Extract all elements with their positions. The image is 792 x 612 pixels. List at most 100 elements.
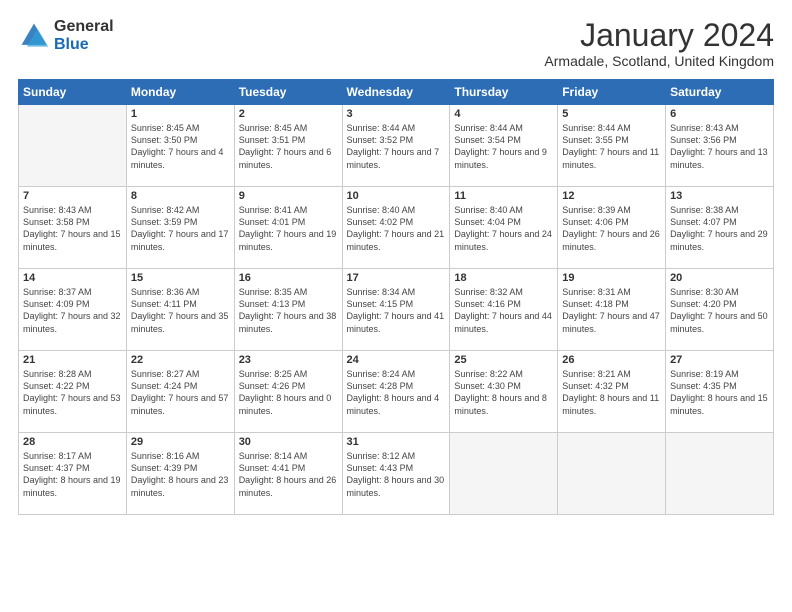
logo-text: General Blue — [54, 18, 114, 53]
day-info: Sunrise: 8:42 AM Sunset: 3:59 PM Dayligh… — [131, 204, 230, 253]
day-info: Sunrise: 8:32 AM Sunset: 4:16 PM Dayligh… — [454, 286, 553, 335]
day-number: 10 — [347, 190, 446, 202]
day-number: 14 — [23, 272, 122, 284]
calendar-cell: 19 Sunrise: 8:31 AM Sunset: 4:18 PM Dayli… — [558, 269, 666, 351]
calendar-cell — [666, 433, 774, 515]
calendar-cell: 13 Sunrise: 8:38 AM Sunset: 4:07 PM Dayli… — [666, 187, 774, 269]
location: Armadale, Scotland, United Kingdom — [544, 53, 774, 69]
day-number: 8 — [131, 190, 230, 202]
day-info: Sunrise: 8:22 AM Sunset: 4:30 PM Dayligh… — [454, 368, 553, 417]
calendar-cell: 2 Sunrise: 8:45 AM Sunset: 3:51 PM Daylig… — [234, 105, 342, 187]
day-info: Sunrise: 8:35 AM Sunset: 4:13 PM Dayligh… — [239, 286, 338, 335]
calendar-cell: 29Sunrise: 8:16 AM Sunset: 4:39 PM Dayli… — [126, 433, 234, 515]
week-row-2: 7 Sunrise: 8:43 AM Sunset: 3:58 PM Daylig… — [19, 187, 774, 269]
title-block: January 2024 Armadale, Scotland, United … — [544, 18, 774, 69]
day-info: Sunrise: 8:44 AM Sunset: 3:55 PM Dayligh… — [562, 122, 661, 171]
day-info: Sunrise: 8:37 AM Sunset: 4:09 PM Dayligh… — [23, 286, 122, 335]
col-monday: Monday — [126, 80, 234, 105]
day-number: 23 — [239, 354, 338, 366]
day-number: 2 — [239, 108, 338, 120]
week-row-1: 1Sunrise: 8:45 AM Sunset: 3:50 PM Daylig… — [19, 105, 774, 187]
day-info: Sunrise: 8:41 AM Sunset: 4:01 PM Dayligh… — [239, 204, 338, 253]
header-row: Sunday Monday Tuesday Wednesday Thursday… — [19, 80, 774, 105]
day-number: 30 — [239, 436, 338, 448]
col-friday: Friday — [558, 80, 666, 105]
calendar-cell: 14 Sunrise: 8:37 AM Sunset: 4:09 PM Dayli… — [19, 269, 127, 351]
day-number: 13 — [670, 190, 769, 202]
col-sunday: Sunday — [19, 80, 127, 105]
calendar-cell — [450, 433, 558, 515]
day-info: Sunrise: 8:27 AM Sunset: 4:24 PM Dayligh… — [131, 368, 230, 417]
day-number: 20 — [670, 272, 769, 284]
day-number: 26 — [562, 354, 661, 366]
day-number: 7 — [23, 190, 122, 202]
calendar-cell: 26 Sunrise: 8:21 AM Sunset: 4:32 PM Dayli… — [558, 351, 666, 433]
day-number: 4 — [454, 108, 553, 120]
calendar-cell: 6 Sunrise: 8:43 AM Sunset: 3:56 PM Daylig… — [666, 105, 774, 187]
logo: General Blue — [18, 18, 114, 53]
calendar-cell: 28Sunrise: 8:17 AM Sunset: 4:37 PM Dayli… — [19, 433, 127, 515]
col-tuesday: Tuesday — [234, 80, 342, 105]
day-info: Sunrise: 8:40 AM Sunset: 4:02 PM Dayligh… — [347, 204, 446, 253]
day-number: 6 — [670, 108, 769, 120]
calendar-cell: 30 Sunrise: 8:14 AM Sunset: 4:41 PM Dayli… — [234, 433, 342, 515]
day-number: 12 — [562, 190, 661, 202]
day-info: Sunrise: 8:21 AM Sunset: 4:32 PM Dayligh… — [562, 368, 661, 417]
day-info: Sunrise: 8:19 AM Sunset: 4:35 PM Dayligh… — [670, 368, 769, 417]
logo-blue: Blue — [54, 36, 114, 54]
calendar-cell: 15Sunrise: 8:36 AM Sunset: 4:11 PM Dayli… — [126, 269, 234, 351]
day-info: Sunrise: 8:30 AM Sunset: 4:20 PM Dayligh… — [670, 286, 769, 335]
header: General Blue January 2024 Armadale, Scot… — [18, 18, 774, 69]
col-wednesday: Wednesday — [342, 80, 450, 105]
day-info: Sunrise: 8:38 AM Sunset: 4:07 PM Dayligh… — [670, 204, 769, 253]
day-info: Sunrise: 8:44 AM Sunset: 3:52 PM Dayligh… — [347, 122, 446, 171]
day-info: Sunrise: 8:14 AM Sunset: 4:41 PM Dayligh… — [239, 450, 338, 499]
day-info: Sunrise: 8:28 AM Sunset: 4:22 PM Dayligh… — [23, 368, 122, 417]
calendar-cell: 17Sunrise: 8:34 AM Sunset: 4:15 PM Dayli… — [342, 269, 450, 351]
calendar-cell: 25 Sunrise: 8:22 AM Sunset: 4:30 PM Dayli… — [450, 351, 558, 433]
calendar-cell: 31 Sunrise: 8:12 AM Sunset: 4:43 PM Dayli… — [342, 433, 450, 515]
day-number: 18 — [454, 272, 553, 284]
day-info: Sunrise: 8:36 AM Sunset: 4:11 PM Dayligh… — [131, 286, 230, 335]
calendar-cell — [19, 105, 127, 187]
day-number: 28 — [23, 436, 122, 448]
day-info: Sunrise: 8:31 AM Sunset: 4:18 PM Dayligh… — [562, 286, 661, 335]
day-info: Sunrise: 8:25 AM Sunset: 4:26 PM Dayligh… — [239, 368, 338, 417]
day-number: 9 — [239, 190, 338, 202]
calendar-cell: 21 Sunrise: 8:28 AM Sunset: 4:22 PM Dayli… — [19, 351, 127, 433]
day-number: 29 — [131, 436, 230, 448]
calendar-cell — [558, 433, 666, 515]
day-info: Sunrise: 8:24 AM Sunset: 4:28 PM Dayligh… — [347, 368, 446, 417]
calendar-cell: 3 Sunrise: 8:44 AM Sunset: 3:52 PM Daylig… — [342, 105, 450, 187]
calendar-cell: 16 Sunrise: 8:35 AM Sunset: 4:13 PM Dayli… — [234, 269, 342, 351]
day-info: Sunrise: 8:39 AM Sunset: 4:06 PM Dayligh… — [562, 204, 661, 253]
day-info: Sunrise: 8:43 AM Sunset: 3:56 PM Dayligh… — [670, 122, 769, 171]
calendar-cell: 20 Sunrise: 8:30 AM Sunset: 4:20 PM Dayli… — [666, 269, 774, 351]
week-row-3: 14 Sunrise: 8:37 AM Sunset: 4:09 PM Dayli… — [19, 269, 774, 351]
day-number: 27 — [670, 354, 769, 366]
calendar-cell: 18 Sunrise: 8:32 AM Sunset: 4:16 PM Dayli… — [450, 269, 558, 351]
day-number: 1 — [131, 108, 230, 120]
calendar-cell: 11Sunrise: 8:40 AM Sunset: 4:04 PM Dayli… — [450, 187, 558, 269]
day-number: 19 — [562, 272, 661, 284]
page: General Blue January 2024 Armadale, Scot… — [0, 0, 792, 612]
day-number: 22 — [131, 354, 230, 366]
calendar-cell: 7 Sunrise: 8:43 AM Sunset: 3:58 PM Daylig… — [19, 187, 127, 269]
day-number: 16 — [239, 272, 338, 284]
day-info: Sunrise: 8:12 AM Sunset: 4:43 PM Dayligh… — [347, 450, 446, 499]
calendar-cell: 4Sunrise: 8:44 AM Sunset: 3:54 PM Daylig… — [450, 105, 558, 187]
calendar-cell: 1Sunrise: 8:45 AM Sunset: 3:50 PM Daylig… — [126, 105, 234, 187]
calendar-cell: 10 Sunrise: 8:40 AM Sunset: 4:02 PM Dayli… — [342, 187, 450, 269]
day-info: Sunrise: 8:43 AM Sunset: 3:58 PM Dayligh… — [23, 204, 122, 253]
day-number: 21 — [23, 354, 122, 366]
day-number: 31 — [347, 436, 446, 448]
calendar: Sunday Monday Tuesday Wednesday Thursday… — [18, 79, 774, 515]
day-number: 3 — [347, 108, 446, 120]
calendar-cell: 22 Sunrise: 8:27 AM Sunset: 4:24 PM Dayli… — [126, 351, 234, 433]
calendar-cell: 27 Sunrise: 8:19 AM Sunset: 4:35 PM Dayli… — [666, 351, 774, 433]
calendar-cell: 24Sunrise: 8:24 AM Sunset: 4:28 PM Dayli… — [342, 351, 450, 433]
day-number: 25 — [454, 354, 553, 366]
day-info: Sunrise: 8:45 AM Sunset: 3:51 PM Dayligh… — [239, 122, 338, 171]
logo-general: General — [54, 18, 114, 36]
week-row-4: 21 Sunrise: 8:28 AM Sunset: 4:22 PM Dayli… — [19, 351, 774, 433]
